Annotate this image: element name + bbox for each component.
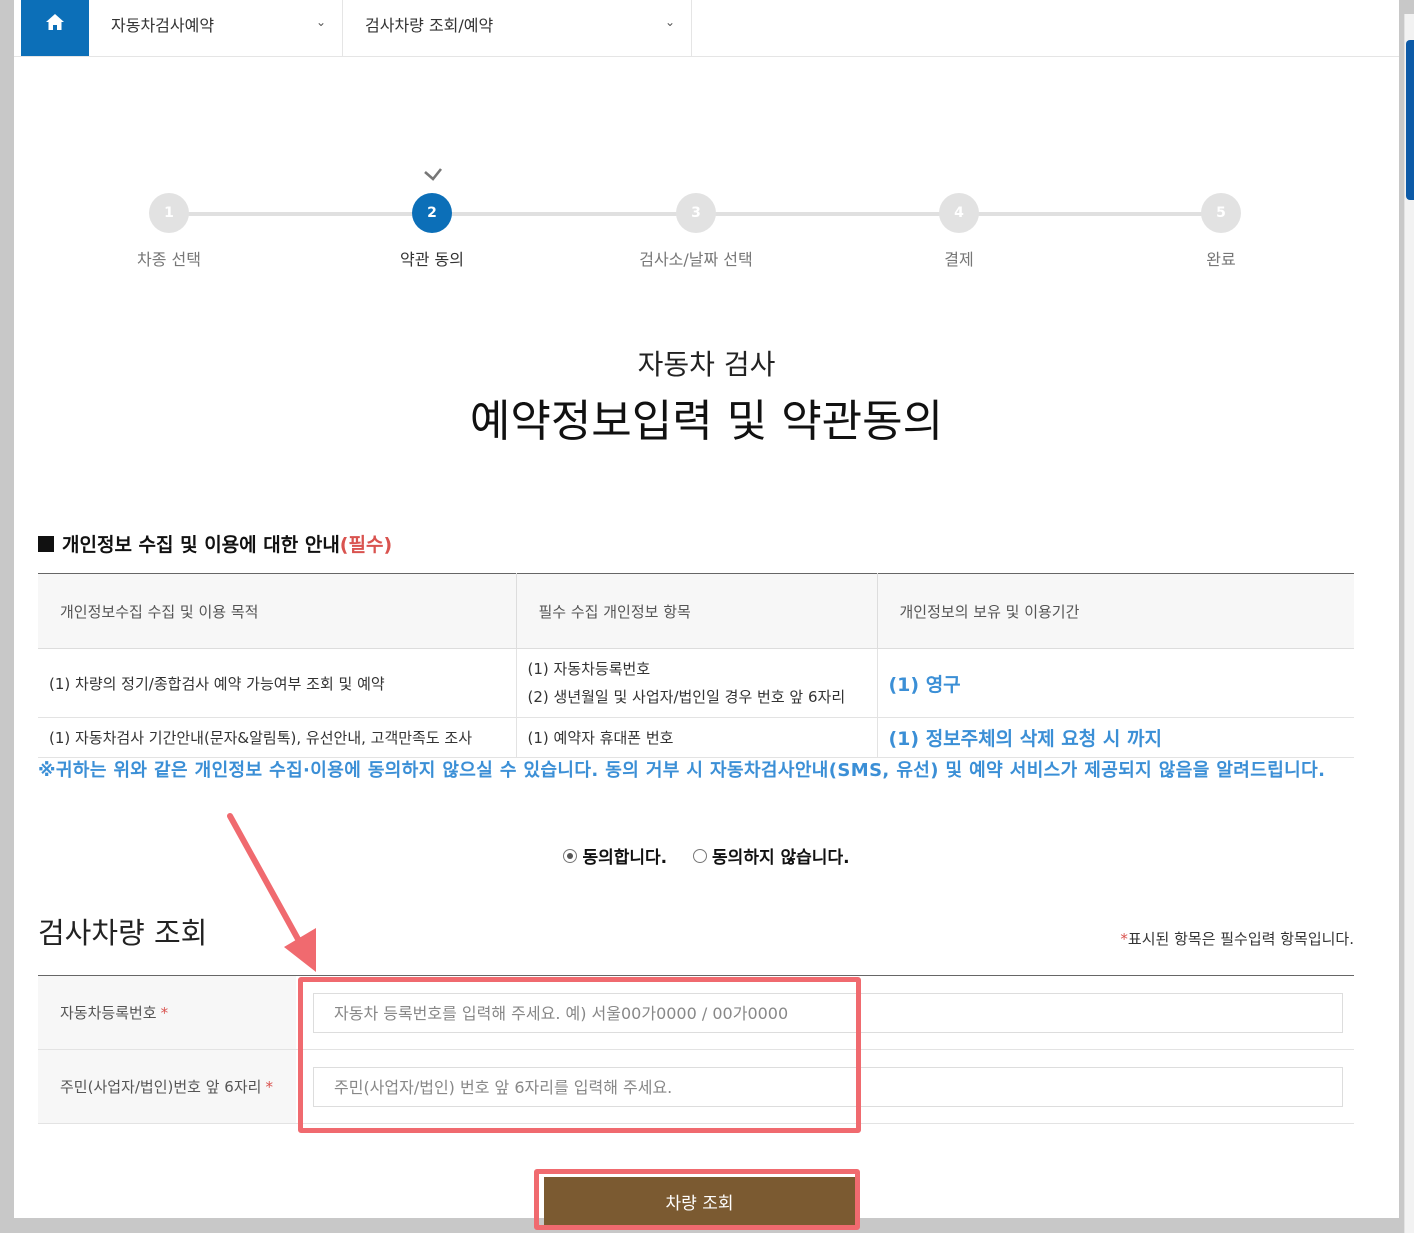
agree-label: 동의합니다. bbox=[582, 848, 668, 868]
step-5-label: 완료 bbox=[1206, 250, 1236, 269]
item-text: (1) 자동차등록번호 bbox=[527, 660, 651, 678]
table-header-cell: 개인정보의 보유 및 이용기간 bbox=[877, 573, 1354, 649]
step-1-circle: 1 bbox=[149, 193, 189, 233]
items-cell: (1) 예약자 휴대폰 번호 bbox=[516, 717, 878, 758]
page-subtitle: 자동차 검사 bbox=[637, 348, 776, 381]
lookup-section-title: 검사차량 조회 bbox=[38, 916, 208, 950]
scrollbar-thumb[interactable] bbox=[1406, 40, 1414, 200]
privacy-heading-text: 개인정보 수집 및 이용에 대한 안내 bbox=[62, 534, 340, 556]
period-cell: (1) 영구 bbox=[877, 648, 1354, 718]
required-label: (필수) bbox=[339, 534, 393, 556]
menu-dropdown-label: 검사차량 조회/예약 bbox=[365, 16, 494, 35]
registration-label: 자동차등록번호 * bbox=[38, 976, 296, 1049]
consent-radio-group: 동의합니다. 동의하지 않습니다. bbox=[14, 843, 1399, 868]
purpose-cell: (1) 차량의 정기/종합검사 예약 가능여부 조회 및 예약 bbox=[38, 648, 517, 718]
disagree-label: 동의하지 않습니다. bbox=[712, 848, 850, 868]
items-cell: (1) 자동차등록번호 (2) 생년월일 및 사업자/법인일 경우 번호 앞 6… bbox=[516, 648, 878, 718]
required-star: * bbox=[160, 1003, 169, 1022]
id-number-label-text: 주민(사업자/법인)번호 앞 6자리 bbox=[60, 1078, 262, 1096]
disagree-option[interactable]: 동의하지 않습니다. bbox=[693, 843, 850, 868]
square-bullet-icon bbox=[38, 536, 54, 552]
chevron-down-icon: ⌄ bbox=[664, 15, 675, 29]
chevron-down-icon: ⌄ bbox=[315, 15, 326, 29]
table-header-row: 개인정보수집 수집 및 이용 목적 필수 수집 개인정보 항목 개인정보의 보유… bbox=[38, 573, 1354, 649]
menu-dropdown-label: 자동차검사예약 bbox=[111, 16, 215, 35]
item-text: (2) 생년월일 및 사업자/법인일 경우 번호 앞 6자리 bbox=[527, 688, 846, 706]
required-note: *표시된 항목은 필수입력 항목입니다. bbox=[1120, 928, 1354, 949]
step-1-label: 차종 선택 bbox=[137, 250, 201, 269]
required-star: * bbox=[265, 1077, 273, 1096]
highlight-box-inputs bbox=[298, 977, 861, 1133]
privacy-notice: ※귀하는 위와 같은 개인정보 수집·이용에 동의하지 않으실 수 있습니다. … bbox=[38, 760, 1326, 781]
required-star: * bbox=[1120, 930, 1128, 948]
table-row: (1) 차량의 정기/종합검사 예약 가능여부 조회 및 예약 (1) 자동차등… bbox=[38, 648, 1354, 718]
menu-dropdown-inspection-reservation[interactable]: 자동차검사예약 ⌄ bbox=[89, 0, 343, 56]
step-4-circle: 4 bbox=[939, 193, 979, 233]
highlight-box-button bbox=[534, 1169, 860, 1230]
page-title: 예약정보입력 및 약관동의 bbox=[469, 396, 944, 447]
page: 자동차검사예약 ⌄ 검사차량 조회/예약 ⌄ 1 2 3 4 5 차종 선택 약… bbox=[14, 0, 1399, 1230]
check-icon bbox=[424, 168, 443, 181]
id-number-label: 주민(사업자/법인)번호 앞 6자리 * bbox=[38, 1050, 296, 1123]
step-5-circle: 5 bbox=[1201, 193, 1241, 233]
disagree-radio[interactable] bbox=[693, 848, 708, 863]
top-navigation: 자동차검사예약 ⌄ 검사차량 조회/예약 ⌄ bbox=[14, 0, 1399, 57]
menu-dropdown-vehicle-lookup[interactable]: 검사차량 조회/예약 ⌄ bbox=[343, 0, 692, 56]
step-2-circle: 2 bbox=[412, 193, 452, 233]
step-4-label: 결제 bbox=[944, 250, 974, 269]
privacy-table: 개인정보수집 수집 및 이용 목적 필수 수집 개인정보 항목 개인정보의 보유… bbox=[38, 573, 1354, 758]
table-header-cell: 필수 수집 개인정보 항목 bbox=[516, 573, 878, 649]
annotation-arrow-icon bbox=[227, 813, 316, 972]
registration-label-text: 자동차등록번호 bbox=[60, 1004, 157, 1022]
period-cell: (1) 정보주체의 삭제 요청 시 까지 bbox=[877, 717, 1354, 758]
step-3-circle: 3 bbox=[676, 193, 716, 233]
step-2-label: 약관 동의 bbox=[400, 250, 464, 269]
step-3-label: 검사소/날짜 선택 bbox=[639, 250, 753, 269]
item-text: (1) 예약자 휴대폰 번호 bbox=[527, 728, 674, 747]
privacy-section-heading: 개인정보 수집 및 이용에 대한 안내(필수) bbox=[38, 530, 392, 557]
table-row: (1) 자동차검사 기간안내(문자&알림톡), 유선안내, 고객만족도 조사 (… bbox=[38, 717, 1354, 758]
table-header-cell: 개인정보수집 수집 및 이용 목적 bbox=[38, 573, 517, 649]
agree-option[interactable]: 동의합니다. bbox=[563, 843, 667, 868]
home-button[interactable] bbox=[21, 0, 89, 56]
required-note-text: 표시된 항목은 필수입력 항목입니다. bbox=[1127, 930, 1354, 948]
home-icon bbox=[46, 14, 64, 30]
purpose-cell: (1) 자동차검사 기간안내(문자&알림톡), 유선안내, 고객만족도 조사 bbox=[38, 717, 517, 758]
agree-radio[interactable] bbox=[563, 848, 578, 863]
